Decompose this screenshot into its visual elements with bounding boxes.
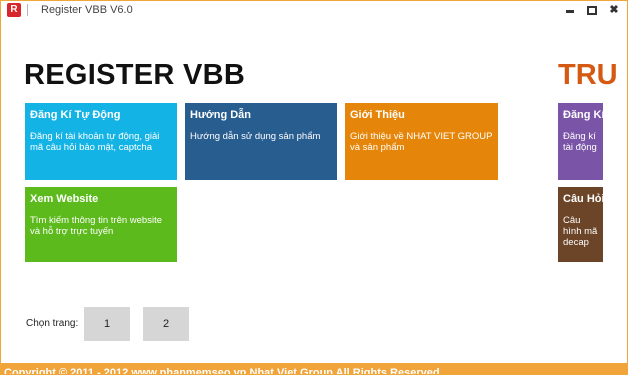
tile-title: Hướng Dẫn <box>190 109 252 121</box>
tile-question-partial[interactable]: Câu Hỏi Câu hình mã decap <box>558 187 603 262</box>
close-button[interactable]: ✖ <box>607 3 621 17</box>
title-bar[interactable]: R Register VBB V6.0 ✖ <box>1 1 627 21</box>
tile-description: Tìm kiếm thông tin trên website và hỗ tr… <box>30 215 162 237</box>
window-title: Register VBB V6.0 <box>41 4 133 16</box>
tile-description: Đăng kí tài động <box>563 131 597 153</box>
maximize-icon <box>587 6 597 15</box>
tile-description: Câu hình mã decap <box>563 215 598 248</box>
close-icon: ✖ <box>609 4 619 16</box>
tile-title: Giới Thiệu <box>350 109 405 121</box>
tile-guide[interactable]: Hướng Dẫn Hướng dẫn sử dụng sản phẩm <box>185 103 337 180</box>
tile-description: Đăng kí tài khoản tự động, giải mã câu h… <box>30 131 160 153</box>
tile-title: Câu Hỏi <box>563 193 603 205</box>
page-title: REGISTER VBB <box>24 59 246 91</box>
tile-about[interactable]: Giới Thiệu Giới thiệu về NHAT VIET GROUP… <box>345 103 498 180</box>
maximize-button[interactable] <box>585 3 599 17</box>
section-title-right: TRU <box>558 59 618 91</box>
app-logo-icon: R <box>7 3 21 17</box>
page-1-button[interactable]: 1 <box>84 307 130 341</box>
tile-title: Đăng Kí <box>563 109 603 121</box>
tile-register-partial[interactable]: Đăng Kí Đăng kí tài động <box>558 103 603 180</box>
tile-title: Xem Website <box>30 193 99 205</box>
footer-bar: Copyright © 2011 - 2012 www.phanmemseo.v… <box>1 363 627 375</box>
tile-auto-register[interactable]: Đăng Kí Tự Động Đăng kí tài khoản tự độn… <box>25 103 177 180</box>
app-window: R Register VBB V6.0 ✖ REGISTER VBB TRU Đ… <box>0 0 628 375</box>
title-separator <box>27 4 28 16</box>
minimize-icon <box>566 10 574 13</box>
minimize-button[interactable] <box>563 3 577 17</box>
tile-title: Đăng Kí Tự Động <box>30 109 121 121</box>
tile-description: Hướng dẫn sử dụng sản phẩm <box>190 131 321 142</box>
tile-description: Giới thiệu về NHAT VIET GROUP và sản phẩ… <box>350 131 493 153</box>
copyright-text: Copyright © 2011 - 2012 www.phanmemseo.v… <box>4 367 440 375</box>
tile-website[interactable]: Xem Website Tìm kiếm thông tin trên webs… <box>25 187 177 262</box>
page-select-label: Chọn trang: <box>26 318 79 329</box>
page-2-button[interactable]: 2 <box>143 307 189 341</box>
